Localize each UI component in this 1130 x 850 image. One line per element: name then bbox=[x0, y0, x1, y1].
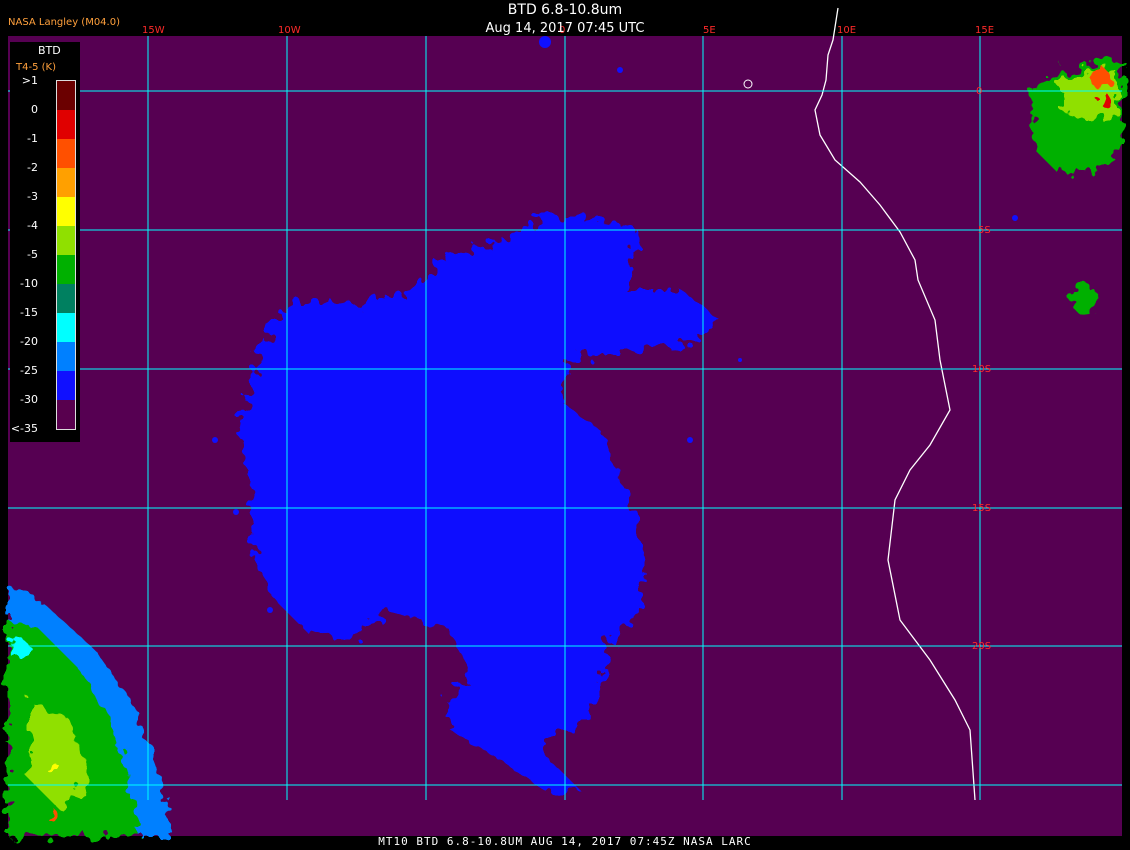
legend-swatch bbox=[57, 284, 75, 313]
legend-tick-label: -5 bbox=[27, 248, 38, 261]
legend-tick-label: -20 bbox=[20, 335, 38, 348]
legend-tick-label: -10 bbox=[20, 277, 38, 290]
legend-swatch bbox=[57, 110, 75, 139]
legend-swatch bbox=[57, 255, 75, 284]
lat-label-5s: 5S bbox=[978, 225, 991, 236]
legend-colorbar bbox=[56, 80, 76, 430]
legend-swatch bbox=[57, 342, 75, 371]
legend-title: BTD bbox=[38, 44, 61, 57]
legend-tick-label: >1 bbox=[21, 74, 38, 87]
lat-label-0: 0 bbox=[976, 86, 982, 97]
legend-tick-label: -30 bbox=[20, 393, 38, 406]
lat-label-15s: 15S bbox=[972, 503, 991, 514]
legend-tick-label: <-35 bbox=[10, 422, 38, 435]
legend-tick-label: -4 bbox=[27, 219, 38, 232]
legend-swatch bbox=[57, 226, 75, 255]
lat-label-20s: 20S bbox=[972, 641, 991, 652]
legend-tick-label: -2 bbox=[27, 161, 38, 174]
lat-label-10s: 10S bbox=[972, 364, 991, 375]
legend-swatch bbox=[57, 197, 75, 226]
legend-swatch bbox=[57, 168, 75, 197]
legend-swatch bbox=[57, 371, 75, 400]
legend-tick-label: -1 bbox=[27, 132, 38, 145]
legend-tick-label: 0 bbox=[31, 103, 38, 116]
legend-tick-label: -25 bbox=[20, 364, 38, 377]
legend-swatch bbox=[57, 313, 75, 342]
legend-tick-label: -15 bbox=[20, 306, 38, 319]
image-timestamp: Aug 14, 2017 07:45 UTC bbox=[485, 21, 645, 36]
legend-tick-label: -3 bbox=[27, 190, 38, 203]
image-title: BTD 6.8-10.8um bbox=[507, 2, 623, 18]
legend-swatch bbox=[57, 400, 75, 429]
legend-swatch bbox=[57, 81, 75, 110]
provider-label: NASA Langley (M04.0) bbox=[8, 17, 120, 28]
satellite-map[interactable]: 15W 10W 0 5E 10E 15E 0 5S 10S 15S 20S bbox=[0, 0, 1130, 850]
color-legend: BTD T4-5 (K) >1 0 -1 -2 -3 -4 -5 -10 -15 -20 -25 -3… bbox=[10, 42, 80, 442]
footer-caption: MT10 BTD 6.8-10.8UM AUG 14, 2017 07:45Z … bbox=[378, 835, 752, 848]
legend-swatch bbox=[57, 139, 75, 168]
legend-units: T4-5 (K) bbox=[16, 62, 56, 73]
